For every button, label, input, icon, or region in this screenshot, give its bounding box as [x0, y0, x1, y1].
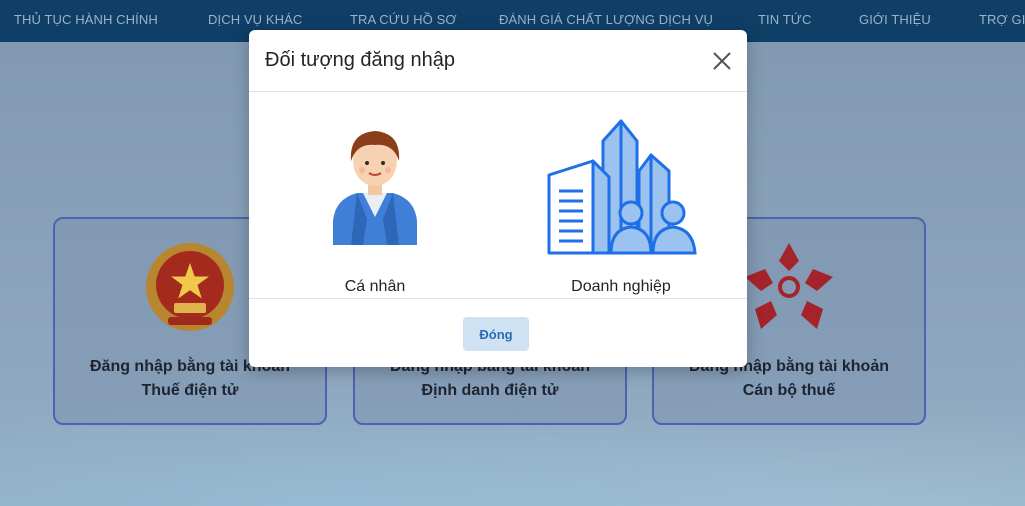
modal-body: Cá nhân Doanh nghiệp	[249, 93, 747, 299]
login-type-modal: Đối tượng đăng nhập Cá nhân Doanh nghiệp…	[249, 30, 747, 367]
option-personal[interactable]: Cá nhân	[275, 109, 475, 295]
option-personal-label: Cá nhân	[344, 278, 406, 295]
modal-title: Đối tượng đăng nhập	[265, 49, 455, 71]
modal-footer: Đóng	[249, 300, 747, 367]
person-icon	[333, 131, 417, 245]
close-button[interactable]: Đóng	[463, 317, 529, 351]
modal-header: Đối tượng đăng nhập	[249, 30, 747, 92]
option-business-label: Doanh nghiệp	[571, 278, 671, 295]
close-icon[interactable]	[709, 48, 735, 74]
option-business[interactable]: Doanh nghiệp	[521, 109, 721, 295]
buildings-icon	[547, 119, 697, 255]
